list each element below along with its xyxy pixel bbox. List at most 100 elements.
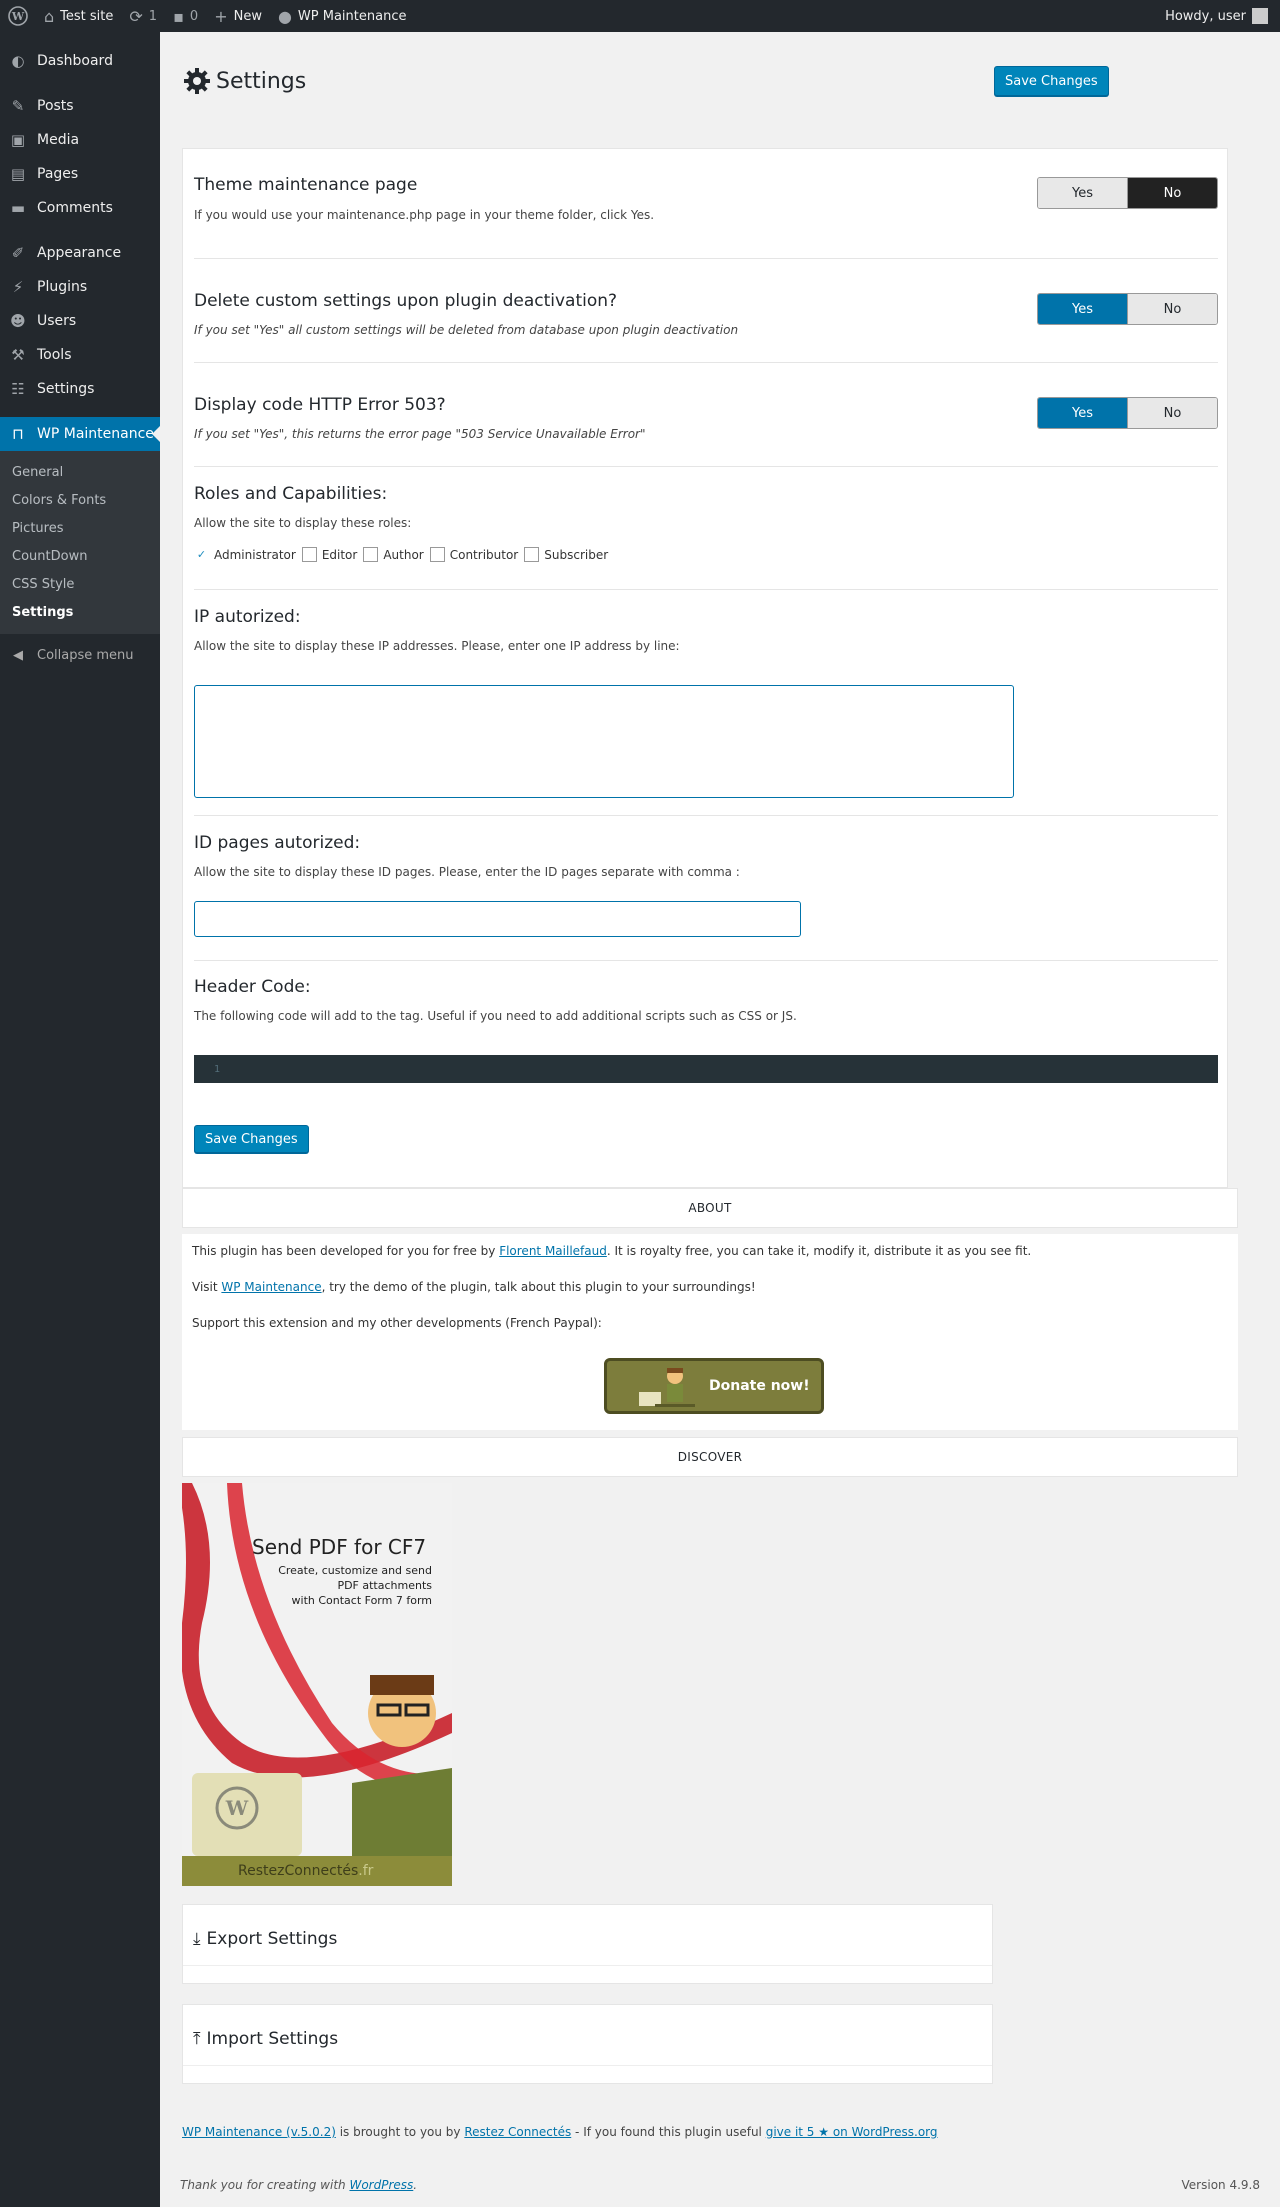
status-circle-icon: ●: [277, 6, 292, 26]
sidebar-item-comments[interactable]: ▬ Comments: [0, 191, 160, 225]
banner-footer: RestezConnectés .fr: [182, 1856, 452, 1886]
about-text-1: This plugin has been developed for you f…: [192, 1244, 1032, 1258]
wp-maintenance-link[interactable]: WP Maintenance: [221, 1280, 321, 1294]
banner-title: Send PDF for CF7: [252, 1535, 427, 1559]
role-administrator[interactable]: ✓ Administrator: [194, 547, 296, 562]
sidebar-item-tools[interactable]: ⚒ Tools: [0, 338, 160, 372]
header-code-section: Header Code: The following code will add…: [194, 977, 1218, 1087]
submenu-colors-fonts[interactable]: Colors & Fonts: [0, 486, 160, 514]
submenu-countdown[interactable]: CountDown: [0, 542, 160, 570]
restez-connectes-link[interactable]: Restez Connectés: [464, 2125, 571, 2139]
updates-link[interactable]: ⟳ 1: [121, 0, 165, 32]
save-changes-button-bottom[interactable]: Save Changes: [194, 1125, 309, 1153]
maintenance-status-link[interactable]: ● WP Maintenance: [270, 0, 415, 32]
divider: [194, 362, 1218, 363]
divider: [194, 466, 1218, 467]
role-label: Administrator: [214, 547, 296, 562]
role-author[interactable]: Author: [363, 547, 424, 562]
sidebar-item-users[interactable]: ☻ Users: [0, 304, 160, 338]
submenu-settings[interactable]: Settings: [0, 598, 160, 626]
header-code-editor[interactable]: 1: [194, 1055, 1218, 1083]
wordpress-link[interactable]: WordPress: [349, 2178, 413, 2192]
sidebar-item-settings[interactable]: ☷ Settings: [0, 372, 160, 406]
checkbox[interactable]: [429, 547, 445, 562]
theme-maintenance-toggle: Yes No: [1037, 177, 1218, 209]
comments-count: 0: [189, 8, 199, 24]
error-503-yes[interactable]: Yes: [1038, 398, 1127, 428]
delete-settings-no[interactable]: No: [1127, 294, 1217, 324]
theme-maintenance-section: Theme maintenance page If you would use …: [194, 175, 1218, 235]
about-text-3: Support this extension and my other deve…: [192, 1316, 602, 1330]
sidebar-item-appearance[interactable]: ✐ Appearance: [0, 236, 160, 270]
upload-icon: ⤒: [193, 2029, 201, 2049]
sidebar-item-pages[interactable]: ▤ Pages: [0, 157, 160, 191]
error-503-section: Display code HTTP Error 503? If you set …: [194, 395, 1218, 455]
role-subscriber[interactable]: Subscriber: [524, 547, 608, 562]
role-editor[interactable]: Editor: [301, 547, 358, 562]
new-content-link[interactable]: + New: [206, 0, 270, 32]
pin-icon: ✎: [11, 97, 25, 115]
ip-textarea[interactable]: [194, 685, 1014, 798]
save-changes-button-top[interactable]: Save Changes: [994, 66, 1109, 96]
page-title: Settings: [216, 68, 307, 94]
svg-text:W: W: [11, 10, 25, 23]
sidebar-item-plugins[interactable]: ⚡ Plugins: [0, 270, 160, 304]
plugin-version-link[interactable]: WP Maintenance (v.5.0.2): [182, 2125, 336, 2139]
send-pdf-banner[interactable]: W Send PDF for CF7 Create, customize and…: [182, 1483, 452, 1886]
author-link[interactable]: Florent Maillefaud: [499, 1244, 607, 1258]
import-title[interactable]: Import Settings: [207, 2029, 339, 2049]
wp-footer-thanks: Thank you for creating with WordPress.: [180, 2178, 418, 2192]
account-menu[interactable]: Howdy, user: [1157, 0, 1280, 32]
svg-text:W: W: [225, 1796, 249, 1820]
role-label: Subscriber: [544, 547, 609, 562]
submenu-pictures[interactable]: Pictures: [0, 514, 160, 542]
id-pages-section: ID pages autorized: Allow the site to di…: [194, 833, 1218, 943]
wordpress-logo-icon[interactable]: W: [0, 0, 36, 32]
page-icon: ▤: [10, 165, 26, 183]
site-name: Test site: [60, 8, 114, 24]
sidebar-item-label: Tools: [37, 347, 72, 363]
role-label: Author: [383, 547, 424, 562]
id-pages-input[interactable]: [194, 901, 801, 937]
theme-maintenance-yes[interactable]: Yes: [1038, 178, 1127, 208]
comments-link[interactable]: ▪ 0: [165, 0, 206, 32]
plus-icon: +: [214, 6, 228, 26]
sidebar-item-label: Comments: [37, 200, 113, 216]
id-pages-title: ID pages autorized:: [194, 833, 361, 853]
sidebar-item-label: Settings: [37, 381, 95, 397]
divider: [194, 960, 1218, 961]
theme-maintenance-no[interactable]: No: [1127, 178, 1217, 208]
about-text-2: Visit WP Maintenance, try the demo of th…: [192, 1280, 756, 1294]
sidebar-item-dashboard[interactable]: ◐ Dashboard: [0, 44, 160, 78]
site-name-link[interactable]: ⌂ Test site: [36, 0, 121, 32]
submenu-general[interactable]: General: [0, 458, 160, 486]
rate-plugin-link[interactable]: give it 5 ★ on WordPress.org: [766, 2125, 938, 2139]
export-title[interactable]: Export Settings: [207, 1929, 338, 1949]
role-label: Editor: [321, 547, 358, 562]
sidebar-item-label: WP Maintenance: [37, 426, 154, 442]
role-contributor[interactable]: Contributor: [429, 547, 518, 562]
ip-section: IP autorized: Allow the site to display …: [194, 607, 1218, 798]
avatar: [1252, 8, 1268, 24]
submenu-css-style[interactable]: CSS Style: [0, 570, 160, 598]
sidebar-item-label: Media: [37, 132, 80, 148]
delete-settings-section: Delete custom settings upon plugin deact…: [194, 291, 1218, 351]
collapse-menu-button[interactable]: ◀ Collapse menu: [0, 638, 160, 672]
discover-header: DISCOVER: [182, 1437, 1238, 1477]
about-panel: This plugin has been developed for you f…: [182, 1234, 1238, 1430]
brush-icon: ✐: [11, 244, 25, 262]
donate-button[interactable]: Donate now!: [604, 1358, 824, 1414]
checkbox[interactable]: [524, 547, 540, 562]
sidebar-item-posts[interactable]: ✎ Posts: [0, 89, 160, 123]
checkbox[interactable]: [363, 547, 379, 562]
error-503-desc: If you set "Yes", this returns the error…: [194, 427, 646, 441]
error-503-no[interactable]: No: [1127, 398, 1217, 428]
wp-version: Version 4.9.8: [1181, 2178, 1260, 2192]
sidebar-item-label: Appearance: [37, 245, 122, 261]
checkbox[interactable]: [301, 547, 317, 562]
delete-settings-yes[interactable]: Yes: [1038, 294, 1127, 324]
sidebar-item-wp-maintenance[interactable]: ⊓ WP Maintenance: [0, 417, 160, 451]
roles-desc: Allow the site to display these roles:: [194, 516, 412, 530]
sidebar-item-media[interactable]: ▣ Media: [0, 123, 160, 157]
theme-maintenance-desc: If you would use your maintenance.php pa…: [194, 208, 655, 222]
